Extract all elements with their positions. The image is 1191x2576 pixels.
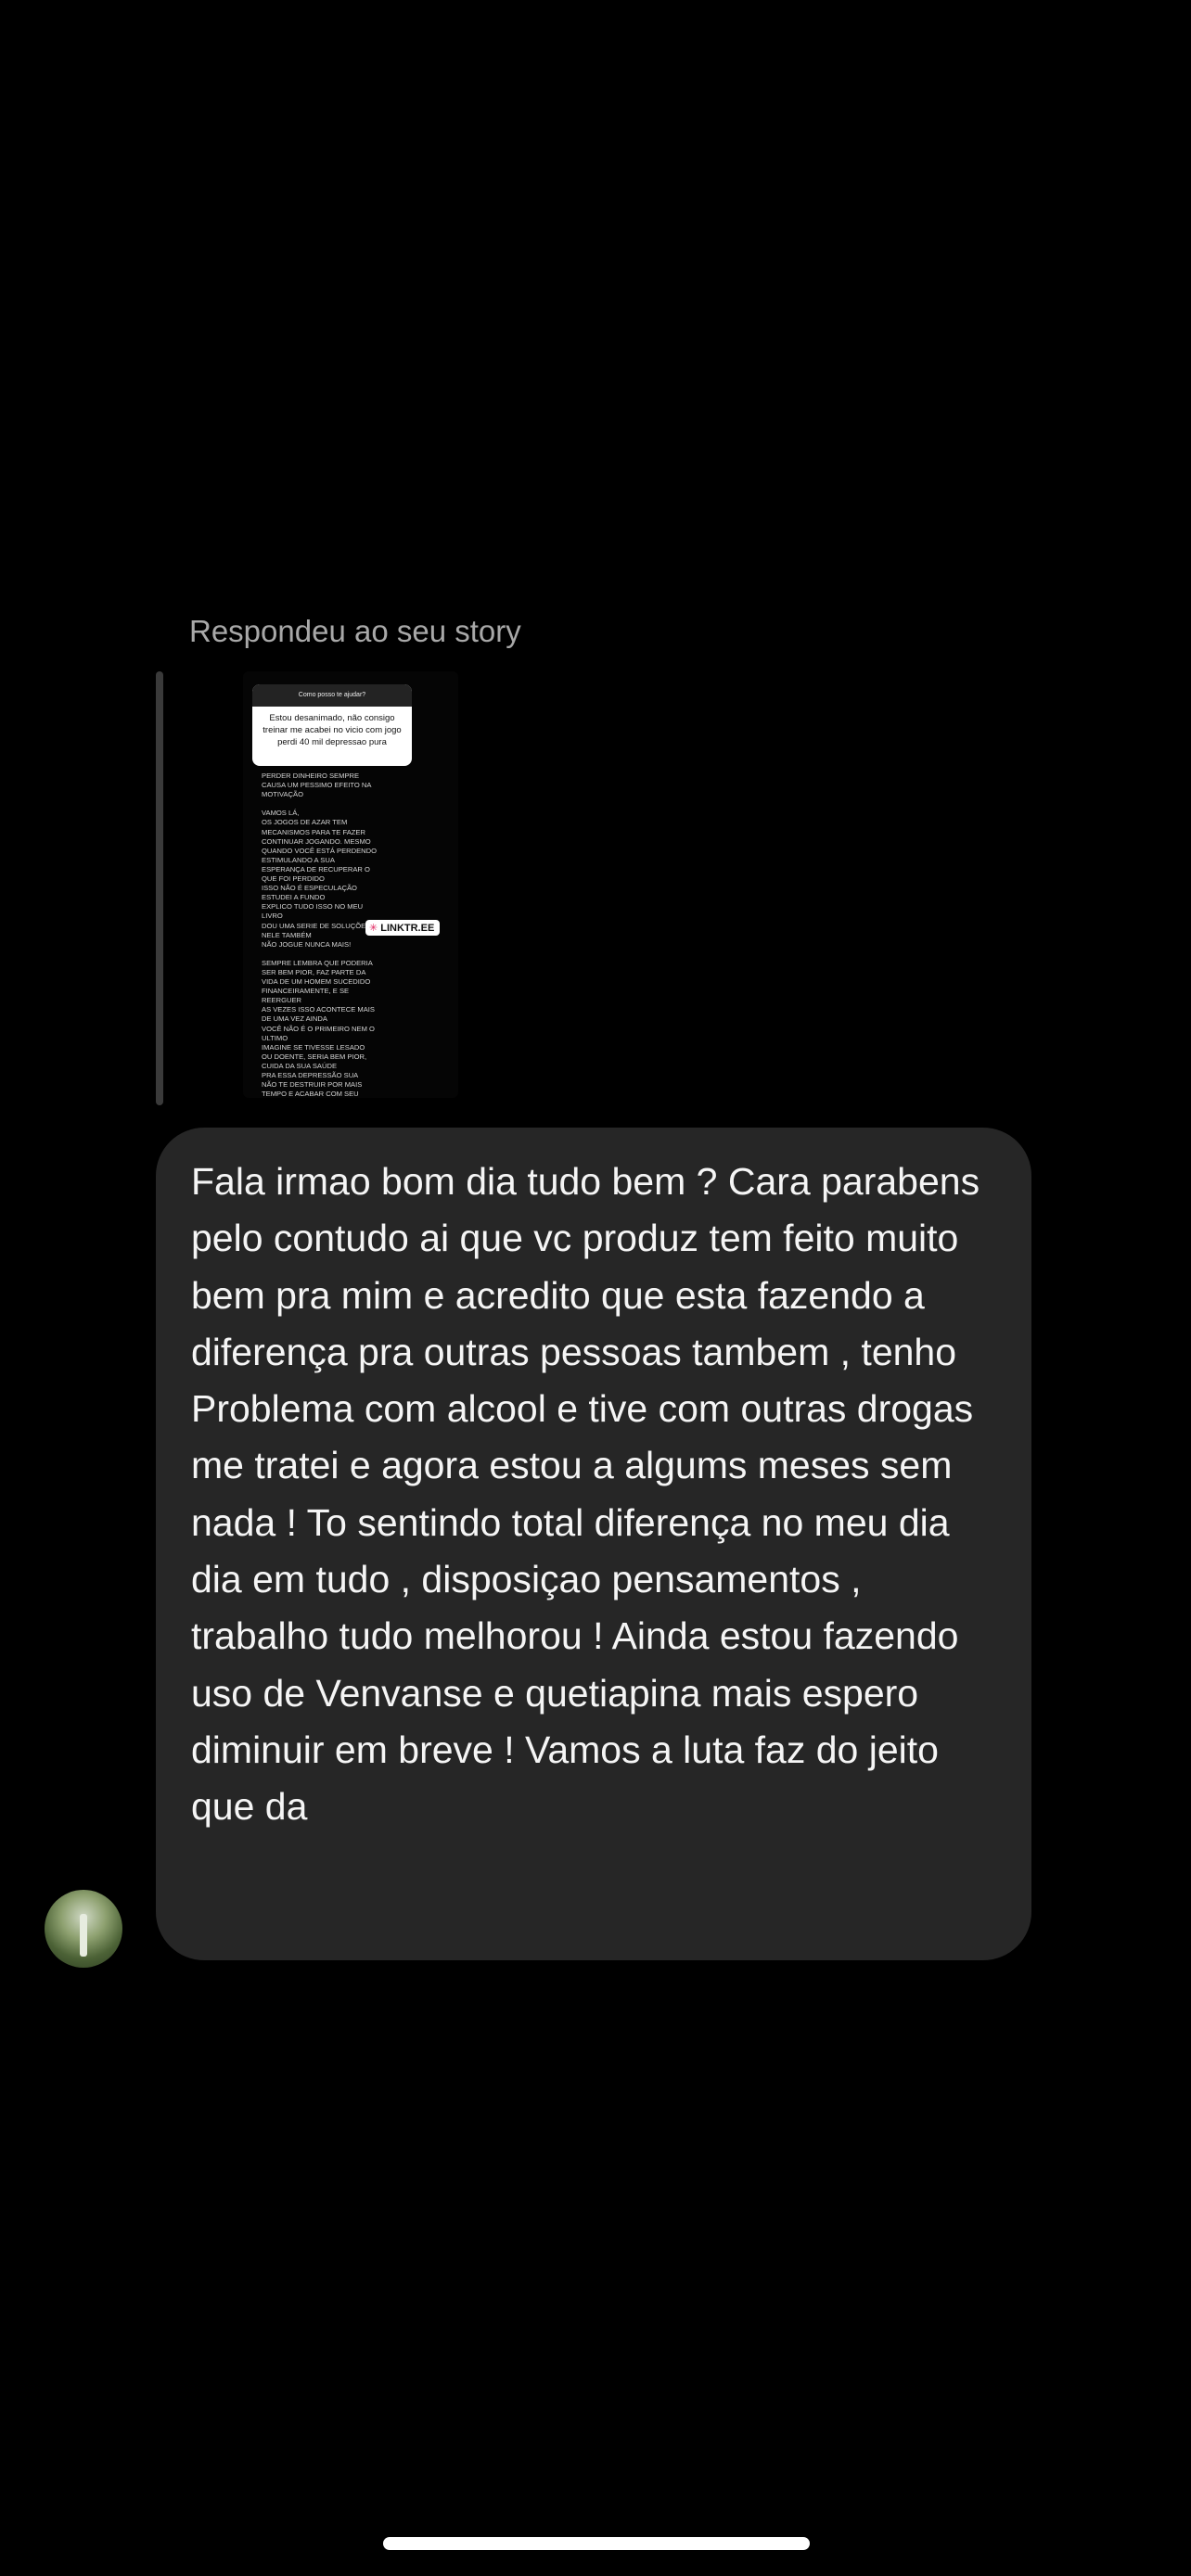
story-thumbnail[interactable]: Como posso te ajudar? Estou desanimado, … — [243, 671, 458, 1098]
message-bubble[interactable]: Fala irmao bom dia tudo bem ? Cara parab… — [156, 1128, 1031, 1960]
story-question-text: Estou desanimado, não consigo treinar me… — [263, 713, 402, 747]
quote-bar — [156, 671, 163, 1105]
message-text: Fala irmao bom dia tudo bem ? Cara parab… — [191, 1160, 980, 1829]
reply-context-label: Respondeu ao seu story — [189, 614, 521, 648]
story-question-header: Como posso te ajudar? — [252, 684, 412, 707]
sender-avatar[interactable] — [45, 1890, 122, 1968]
linktree-sticker[interactable]: ✳ LINKTR.EE — [365, 920, 441, 936]
linktree-label: LINKTR.EE — [380, 922, 435, 934]
home-indicator[interactable] — [383, 2537, 810, 2550]
story-question-card: Como posso te ajudar? Estou desanimado, … — [252, 684, 412, 766]
link-icon: ✳ — [369, 923, 378, 934]
